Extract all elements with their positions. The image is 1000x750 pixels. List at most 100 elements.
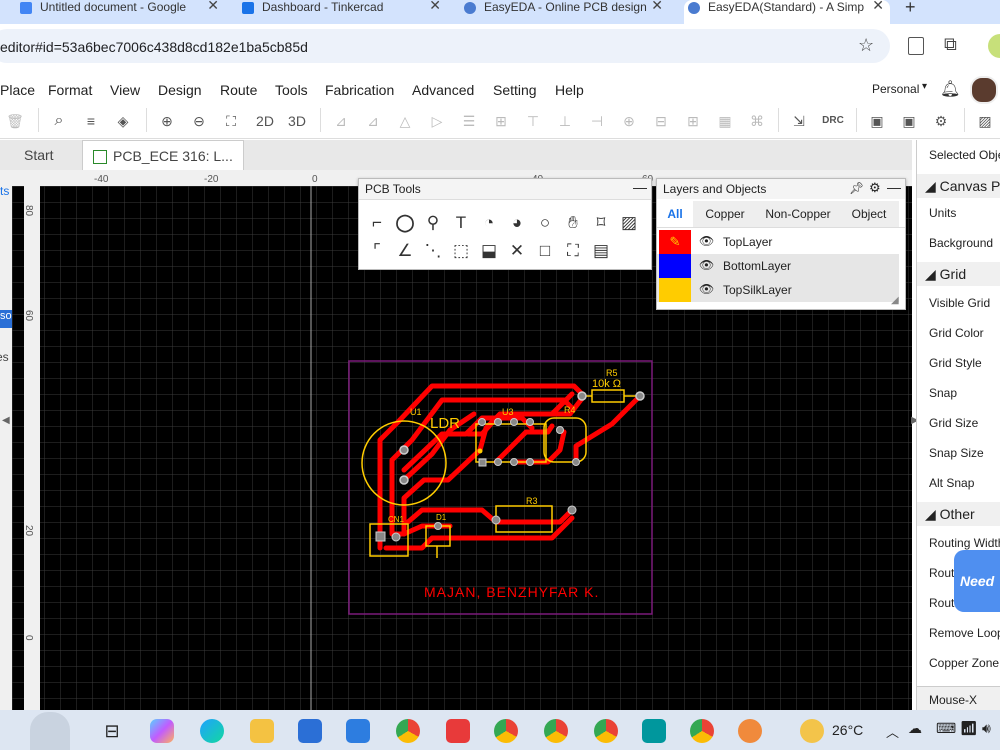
find-icon[interactable]: ≡: [80, 110, 102, 132]
address-bar[interactable]: editor#id=53a6bec7006c438d8cd182e1ba5cb8…: [0, 29, 890, 63]
search-icon[interactable]: ⌕: [48, 110, 70, 132]
browser-tab-easyeda[interactable]: EasyEDA - Online PCB design ✕: [464, 0, 669, 24]
gear-icon[interactable]: ⚙: [869, 180, 881, 196]
star-icon[interactable]: ☆: [858, 35, 874, 56]
chrome-profile-icon[interactable]: [594, 719, 618, 743]
left-panel-tab[interactable]: so: [0, 310, 12, 328]
pad[interactable]: [567, 505, 577, 515]
pad[interactable]: [510, 458, 518, 466]
zoom-out-icon[interactable]: ⊖: [188, 110, 210, 132]
circle-tool-icon[interactable]: ○: [533, 211, 557, 235]
weather-icon[interactable]: [800, 719, 824, 743]
pad[interactable]: [478, 458, 487, 467]
wps-icon[interactable]: [446, 719, 470, 743]
avatar[interactable]: [970, 76, 998, 104]
probe-tool-icon[interactable]: ✕: [505, 239, 529, 263]
pad[interactable]: [526, 418, 534, 426]
pad[interactable]: [510, 418, 518, 426]
menu-route[interactable]: Route: [220, 82, 257, 98]
track-tool-icon[interactable]: ⌐: [365, 211, 389, 235]
pad[interactable]: [399, 445, 409, 455]
need-help-button[interactable]: Need: [954, 550, 1000, 612]
browser-tab-tinkercad[interactable]: Dashboard - Tinkercad ✕: [242, 0, 447, 24]
resize-handle-icon[interactable]: ◢: [891, 295, 899, 306]
menu-tools[interactable]: Tools: [275, 82, 308, 98]
ungroup-icon[interactable]: ⊟: [650, 110, 672, 132]
gerber-icon[interactable]: ▣: [898, 110, 920, 132]
hand-tool-icon[interactable]: ✋︎: [561, 211, 585, 235]
layer-row-topsilk[interactable]: 👁︎ TopSilkLayer: [657, 278, 899, 302]
menu-fabrication[interactable]: Fabrication: [325, 82, 394, 98]
pad[interactable]: [391, 532, 401, 542]
zoom-in-icon[interactable]: ⊕: [156, 110, 178, 132]
temperature-text[interactable]: 26°C: [832, 722, 863, 738]
solid-region-tool-icon[interactable]: ⬚: [449, 239, 473, 263]
image-tool-icon[interactable]: ▨: [617, 211, 641, 235]
layer-row-bottom[interactable]: 👁︎ BottomLayer: [657, 254, 899, 278]
close-icon[interactable]: ✕: [429, 0, 441, 12]
edge-icon[interactable]: [200, 719, 224, 743]
app-icon[interactable]: [738, 719, 762, 743]
tab-all[interactable]: All: [657, 201, 693, 227]
angle-tool-icon[interactable]: ∠: [393, 239, 417, 263]
select-tool-icon[interactable]: ⛶: [561, 239, 585, 263]
wifi-icon[interactable]: 📶︎: [960, 720, 978, 737]
browser-tab-docs[interactable]: Untitled document - Google ✕: [20, 0, 225, 24]
tab-pcb[interactable]: PCB_ECE 316: L...: [82, 140, 244, 171]
image-icon[interactable]: ▨: [974, 110, 996, 132]
pin-icon[interactable]: 📌︎: [849, 181, 864, 195]
menu-setting[interactable]: Setting: [493, 82, 537, 98]
pad[interactable]: [526, 458, 534, 466]
account-menu[interactable]: Personal: [872, 82, 919, 96]
pad[interactable]: [478, 418, 486, 426]
board-outline-tool-icon[interactable]: ⬓: [477, 239, 501, 263]
layer-color-swatch[interactable]: [659, 254, 691, 278]
chrome-profile-icon[interactable]: [494, 719, 518, 743]
align-right-icon[interactable]: ⊿: [362, 110, 384, 132]
arc2-tool-icon[interactable]: ◕: [505, 211, 529, 235]
copilot-icon[interactable]: [150, 719, 174, 743]
section-other[interactable]: ◢ Other: [917, 502, 1000, 526]
panel-header[interactable]: PCB Tools —: [359, 179, 651, 200]
chevron-up-icon[interactable]: ︿: [886, 722, 899, 741]
mail-icon[interactable]: [346, 719, 370, 743]
board-name-text[interactable]: MAJAN, BENZHYFAR K.: [424, 584, 599, 600]
menu-format[interactable]: Format: [48, 82, 92, 98]
via[interactable]: [477, 448, 483, 454]
bom-icon[interactable]: ▣: [866, 110, 888, 132]
wallpaper-widget-icon[interactable]: [30, 712, 70, 750]
arduino-icon[interactable]: [642, 719, 666, 743]
pad[interactable]: [494, 458, 502, 466]
align-top-icon[interactable]: △: [394, 110, 416, 132]
chrome-profile-icon[interactable]: [690, 719, 714, 743]
eye-icon[interactable]: 👁︎: [699, 234, 714, 248]
grid-align-icon[interactable]: ⊣: [586, 110, 608, 132]
pad[interactable]: [491, 515, 501, 525]
pad-icon[interactable]: ▦: [714, 110, 736, 132]
layer-row-top[interactable]: ✎ 👁︎ TopLayer: [657, 230, 899, 254]
file-explorer-icon[interactable]: [250, 719, 274, 743]
pad[interactable]: [434, 522, 442, 530]
minimize-icon[interactable]: —: [887, 179, 901, 195]
pad[interactable]: [556, 426, 564, 434]
panel-header[interactable]: Layers and Objects 📌︎ ⚙ —: [657, 179, 905, 199]
profile-icon[interactable]: [988, 34, 1000, 58]
connect-tool-icon[interactable]: ⋱: [421, 239, 445, 263]
drc-button[interactable]: DRC: [820, 110, 846, 132]
menu-design[interactable]: Design: [158, 82, 202, 98]
tab-start[interactable]: Start: [24, 140, 54, 170]
tab-copper[interactable]: Copper: [693, 201, 757, 227]
new-tab-button[interactable]: +: [905, 0, 925, 24]
pad[interactable]: [577, 391, 587, 401]
chrome-profile-icon[interactable]: [544, 719, 568, 743]
volume-icon[interactable]: 🔊︎: [982, 720, 991, 737]
align-center-icon[interactable]: ☰: [458, 110, 480, 132]
export-icon[interactable]: ⇲: [788, 110, 810, 132]
eye-icon[interactable]: 👁︎: [699, 282, 714, 296]
arc-tool-icon[interactable]: ◔: [477, 211, 501, 235]
minimize-icon[interactable]: —: [633, 179, 647, 195]
url-text[interactable]: editor#id=53a6bec7006c438d8cd182e1ba5cb8…: [0, 39, 308, 55]
pad[interactable]: [635, 391, 645, 401]
extensions-icon[interactable]: ⧉: [944, 34, 957, 55]
task-view-icon[interactable]: ⊟: [100, 719, 124, 743]
